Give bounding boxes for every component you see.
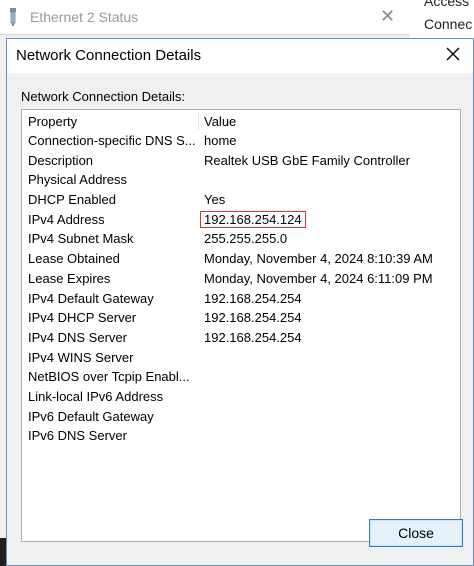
dialog-titlebar: Network Connection Details — [7, 39, 473, 73]
close-icon[interactable] — [443, 44, 463, 64]
row-property: DHCP Enabled — [28, 192, 116, 208]
row-value: 192.168.254.254 — [204, 290, 302, 306]
row-property: Connection-specific DNS S... — [28, 133, 196, 148]
row-value: 255.255.255.0 — [204, 231, 288, 247]
row-property: IPv4 Address — [28, 211, 105, 227]
row-value: Yes — [204, 192, 226, 208]
desktop: Ethernet 2 Status ✕ Access Connec Networ… — [0, 0, 474, 566]
row-property: IPv4 Subnet Mask — [28, 231, 134, 247]
table-row[interactable]: IPv4 DHCP Server 192.168.254.254 — [22, 309, 460, 329]
row-property: IPv4 Default Gateway — [28, 290, 154, 306]
row-value-highlighted: 192.168.254.124 — [200, 210, 306, 228]
column-separator[interactable] — [198, 112, 199, 130]
ethernet-status-close-icon[interactable]: ✕ — [380, 6, 395, 27]
table-row[interactable]: IPv4 DNS Server 192.168.254.254 — [22, 329, 460, 349]
table-row[interactable]: IPv4 Default Gateway 192.168.254.254 — [22, 290, 460, 310]
row-property: Lease Obtained — [28, 251, 120, 267]
table-row[interactable]: Connection-specific DNS S... home — [22, 132, 460, 152]
listview-header: Property Value — [22, 110, 460, 132]
table-row[interactable]: Description Realtek USB GbE Family Contro… — [22, 152, 460, 172]
row-property: Physical Address — [28, 172, 127, 188]
ethernet-status-titlebar: Ethernet 2 Status ✕ — [0, 0, 410, 35]
row-property: IPv4 DHCP Server — [28, 310, 137, 326]
row-property: IPv4 WINS Server — [28, 349, 134, 365]
row-value: 192.168.254.254 — [204, 310, 302, 326]
listview-rows: Connection-specific DNS S... home Descript… — [22, 132, 460, 447]
network-adapter-icon — [10, 8, 16, 26]
table-row[interactable]: Link-local IPv6 Address — [22, 388, 460, 408]
right-window-text-1: Access — [424, 0, 470, 9]
table-row[interactable]: Lease Obtained Monday, November 4, 2024 8… — [22, 250, 460, 270]
ethernet-status-title: Ethernet 2 Status — [30, 9, 139, 25]
table-row[interactable]: Physical Address — [22, 171, 460, 191]
row-property: Lease Expires — [28, 270, 111, 286]
row-property: IPv6 Default Gateway — [28, 408, 154, 424]
row-value: home — [204, 133, 237, 148]
table-row[interactable]: IPv4 WINS Server — [22, 349, 460, 369]
row-value: Monday, November 4, 2024 8:10:39 AM — [204, 251, 433, 267]
right-window-text-2: Connec — [424, 16, 473, 32]
close-button[interactable]: Close — [369, 519, 463, 547]
dialog-title: Network Connection Details — [16, 47, 202, 64]
row-value: 192.168.254.254 — [204, 329, 302, 345]
table-row[interactable]: IPv4 Address 192.168.254.124 — [22, 210, 460, 231]
table-row[interactable]: DHCP Enabled Yes — [22, 191, 460, 211]
table-row[interactable]: IPv6 DNS Server — [22, 427, 460, 447]
row-property: NetBIOS over Tcpip Enabl... — [28, 369, 190, 385]
details-listview[interactable]: Property Value Connection-specific DNS S… — [21, 109, 461, 542]
network-connection-details-dialog: Network Connection Details Network Conne… — [6, 38, 474, 566]
row-value: Realtek USB GbE Family Controller — [204, 152, 410, 168]
row-property: IPv6 DNS Server — [28, 428, 127, 444]
column-header-value[interactable]: Value — [204, 114, 236, 129]
table-row[interactable]: NetBIOS over Tcpip Enabl... — [22, 368, 460, 388]
table-row[interactable]: IPv6 Default Gateway — [22, 408, 460, 428]
column-header-property[interactable]: Property — [28, 114, 200, 129]
table-row[interactable]: IPv4 Subnet Mask 255.255.255.0 — [22, 230, 460, 250]
row-property: Link-local IPv6 Address — [28, 388, 164, 404]
details-group-label: Network Connection Details: — [21, 89, 186, 104]
row-property: Description — [28, 152, 94, 168]
table-row[interactable]: Lease Expires Monday, November 4, 2024 6:… — [22, 270, 460, 290]
row-property: IPv4 DNS Server — [28, 329, 127, 345]
row-value: Monday, November 4, 2024 6:11:09 PM — [204, 270, 433, 286]
